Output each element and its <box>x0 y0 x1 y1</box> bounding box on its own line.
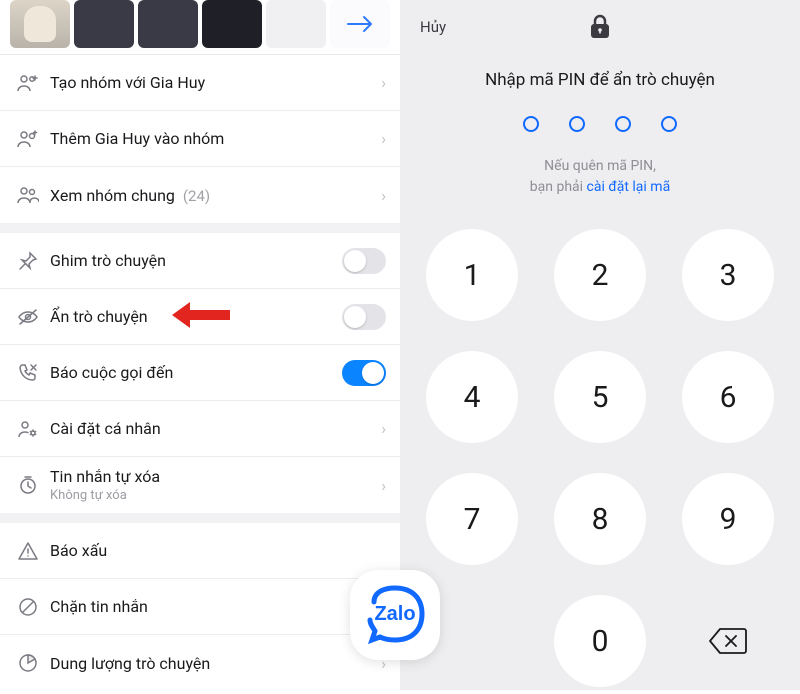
chevron-right-icon: › <box>375 419 386 438</box>
backspace-icon <box>708 627 748 655</box>
pin-entry-pane: Hủy Nhập mã PIN để ẩn trò chuyện Nếu quê… <box>400 0 800 690</box>
thumbnail[interactable] <box>138 0 198 48</box>
keypad: 1 2 3 4 5 6 7 8 9 0 <box>419 222 781 694</box>
row-label: Xem nhóm chung (24) <box>42 186 375 205</box>
chevron-right-icon: › <box>375 186 386 205</box>
key-backspace[interactable] <box>682 595 774 687</box>
create-group-row[interactable]: Tạo nhóm với Gia Huy › <box>0 55 400 111</box>
row-label: Tạo nhóm với Gia Huy <box>42 73 375 92</box>
row-label: Báo cuộc gọi đến <box>42 363 342 382</box>
media-thumbnails <box>0 0 400 54</box>
thumbnail[interactable] <box>202 0 262 48</box>
pin-chat-row[interactable]: Ghim trò chuyện <box>0 233 400 289</box>
key-1[interactable]: 1 <box>426 229 518 321</box>
storage-icon <box>14 653 42 673</box>
report-row[interactable]: Báo xấu <box>0 523 400 579</box>
call-notify-row[interactable]: Báo cuộc gọi đến <box>0 345 400 401</box>
chevron-right-icon: › <box>375 73 386 92</box>
thumbnail[interactable] <box>74 0 134 48</box>
row-label: Ghim trò chuyện <box>42 251 342 270</box>
pin-dot <box>615 116 631 132</box>
block-icon <box>14 597 42 617</box>
forgot-pin-text: Nếu quên mã PIN, bạn phải cài đặt lại mã <box>530 156 670 198</box>
arrow-right-icon <box>347 15 373 33</box>
storage-row[interactable]: Dung lượng trò chuyện › <box>0 635 400 691</box>
key-3[interactable]: 3 <box>682 229 774 321</box>
hide-chat-toggle[interactable] <box>342 304 386 330</box>
call-notify-toggle[interactable] <box>342 360 386 386</box>
chat-options-section: Ghim trò chuyện Ẩn trò chuyện Báo cuộc g… <box>0 233 400 513</box>
danger-section: Báo xấu Chặn tin nhắn Dung lượng trò chu… <box>0 523 400 691</box>
group-plus-icon <box>14 129 42 149</box>
pin-header: Hủy <box>400 0 800 36</box>
row-label: Cài đặt cá nhân <box>42 419 375 438</box>
group-count: (24) <box>183 187 210 205</box>
pin-dot <box>661 116 677 132</box>
pin-dots <box>523 116 677 132</box>
lock-icon <box>589 14 611 44</box>
settings-pane: Tạo nhóm với Gia Huy › Thêm Gia Huy vào … <box>0 0 400 690</box>
user-gear-icon <box>14 419 42 439</box>
groups-icon <box>14 185 42 205</box>
thumbnail-more[interactable] <box>330 0 390 48</box>
key-7[interactable]: 7 <box>426 473 518 565</box>
pin-chat-toggle[interactable] <box>342 248 386 274</box>
key-4[interactable]: 4 <box>426 351 518 443</box>
row-label: Chặn tin nhắn <box>42 597 386 616</box>
warning-icon <box>14 541 42 561</box>
thumbnail[interactable] <box>10 0 70 48</box>
eye-off-icon <box>14 307 42 327</box>
phone-icon <box>14 363 42 383</box>
hide-chat-row[interactable]: Ẩn trò chuyện <box>0 289 400 345</box>
svg-text:Zalo: Zalo <box>374 603 415 625</box>
pin-dot <box>523 116 539 132</box>
row-label: Báo xấu <box>42 541 386 560</box>
highlight-arrow-icon <box>170 300 230 334</box>
pin-title: Nhập mã PIN để ẩn trò chuyện <box>485 70 715 90</box>
reset-pin-link[interactable]: cài đặt lại mã <box>587 179 671 195</box>
key-6[interactable]: 6 <box>682 351 774 443</box>
thumbnail[interactable] <box>266 0 326 48</box>
row-sublabel: Không tự xóa <box>50 488 375 503</box>
chevron-right-icon: › <box>375 476 386 495</box>
cancel-button[interactable]: Hủy <box>420 18 446 36</box>
auto-delete-row[interactable]: Tin nhắn tự xóa Không tự xóa › <box>0 457 400 513</box>
row-label: Thêm Gia Huy vào nhóm <box>42 129 375 148</box>
row-label: Dung lượng trò chuyện <box>42 654 375 673</box>
key-0[interactable]: 0 <box>554 595 646 687</box>
key-8[interactable]: 8 <box>554 473 646 565</box>
zalo-logo: Zalo <box>350 570 440 660</box>
group-section: Tạo nhóm với Gia Huy › Thêm Gia Huy vào … <box>0 54 400 223</box>
key-5[interactable]: 5 <box>554 351 646 443</box>
personal-settings-row[interactable]: Cài đặt cá nhân › <box>0 401 400 457</box>
add-to-group-row[interactable]: Thêm Gia Huy vào nhóm › <box>0 111 400 167</box>
timer-icon <box>14 475 42 495</box>
group-add-icon <box>14 73 42 93</box>
block-row[interactable]: Chặn tin nhắn <box>0 579 400 635</box>
chevron-right-icon: › <box>375 129 386 148</box>
view-groups-row[interactable]: Xem nhóm chung (24) › <box>0 167 400 223</box>
key-2[interactable]: 2 <box>554 229 646 321</box>
row-label: Tin nhắn tự xóa Không tự xóa <box>42 467 375 503</box>
pin-dot <box>569 116 585 132</box>
key-9[interactable]: 9 <box>682 473 774 565</box>
pin-icon <box>14 251 42 271</box>
